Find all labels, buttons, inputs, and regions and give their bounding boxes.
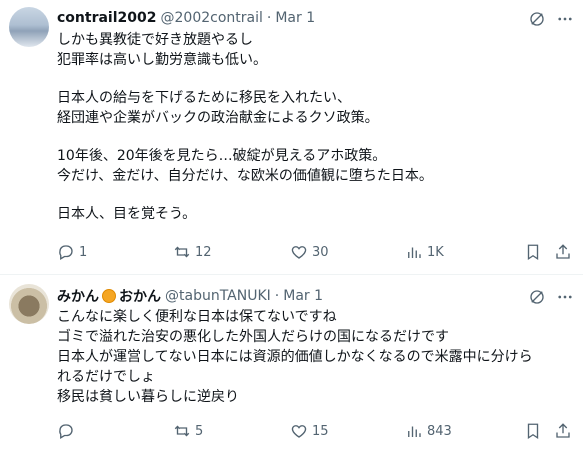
tweet[interactable]: contrail2002 @2002contrail · Mar 1 しかも異教… (0, 0, 583, 275)
avatar[interactable] (9, 7, 49, 47)
share-icon[interactable] (554, 243, 572, 261)
retweet-icon (174, 425, 190, 437)
action-bar: 5 15 843 (57, 421, 573, 441)
tweet-line: ゴミで溢れた治安の悪化した外国人だらけの国になるだけです (57, 329, 449, 345)
avatar[interactable] (9, 284, 49, 324)
handle[interactable]: @2002contrail (161, 10, 263, 26)
retweet-button[interactable]: 12 (173, 243, 212, 261)
tweet-line-gap (57, 70, 573, 88)
tweet-line: 日本人、目を覚そう。 (57, 206, 197, 222)
tweet-date[interactable]: Mar 1 (275, 10, 315, 26)
tweet-text: こんなに楽しく便利な日本は保てないですね ゴミで溢れた治安の悪化した外国人だらけ… (57, 307, 573, 407)
grok-icon[interactable] (528, 288, 546, 306)
like-icon (291, 246, 307, 259)
views-count: 1K (427, 244, 444, 260)
separator-dot: · (274, 288, 280, 304)
views-count: 843 (427, 423, 452, 439)
tweet-line: れるだけでしょ (57, 369, 155, 385)
retweet-count: 5 (195, 423, 204, 439)
tweet-line: しかも異教徒で好き放題やるし (57, 32, 253, 48)
display-name-part2[interactable]: おかん (119, 286, 161, 306)
like-button[interactable]: 15 (290, 422, 329, 440)
reply-icon (59, 424, 73, 439)
display-name-part1[interactable]: みかん (57, 286, 99, 306)
handle[interactable]: @tabunTANUKI (165, 288, 271, 304)
tweet-line: 日本人の給与を下げるために移民を入れたい、 (57, 90, 351, 106)
tweet-header: みかん おかん @tabunTANUKI · Mar 1 (57, 286, 323, 306)
tweet-line-gap (57, 186, 573, 204)
bookmark-icon[interactable] (524, 422, 542, 440)
tweet-header: contrail2002 @2002contrail · Mar 1 (57, 8, 315, 28)
like-count: 30 (312, 244, 329, 260)
tweet-line: 移民は貧しい暮らしに逆戻り (57, 389, 239, 405)
views-icon (408, 426, 421, 437)
tweet-line: 今だけ、金だけ、自分だけ、な欧米の価値観に堕ちた日本。 (57, 168, 433, 184)
like-count: 15 (312, 423, 329, 439)
tweet-line: 経団連や企業がバックの政治献金によるクソ政策。 (57, 110, 379, 126)
tweet-date[interactable]: Mar 1 (283, 288, 323, 304)
tweet-line-gap (57, 128, 573, 146)
retweet-count: 12 (195, 244, 212, 260)
tweet-line: こんなに楽しく便利な日本は保てないですね (57, 309, 337, 325)
reply-count: 1 (79, 244, 88, 260)
tweet-text: しかも異教徒で好き放題やるし 犯罪率は高いし勤労意識も低い。 日本人の給与を下げ… (57, 30, 573, 224)
views-button[interactable]: 843 (405, 422, 452, 440)
like-icon (291, 425, 307, 438)
display-name[interactable]: contrail2002 (57, 10, 157, 26)
bookmark-icon[interactable] (524, 243, 542, 261)
reply-button[interactable] (57, 422, 79, 440)
action-bar: 1 12 30 1K (57, 242, 573, 262)
like-button[interactable]: 30 (290, 243, 329, 261)
tweet[interactable]: みかん おかん @tabunTANUKI · Mar 1 こんなに楽しく便利な日… (0, 275, 583, 449)
more-icon[interactable] (556, 10, 574, 28)
views-button[interactable]: 1K (405, 243, 444, 261)
more-icon[interactable] (556, 288, 574, 306)
reply-icon (59, 245, 73, 260)
separator-dot: · (266, 10, 272, 26)
orange-emoji-icon (102, 289, 116, 303)
share-icon[interactable] (554, 422, 572, 440)
grok-icon[interactable] (528, 10, 546, 28)
reply-button[interactable]: 1 (57, 243, 87, 261)
tweet-line: 犯罪率は高いし勤労意識も低い。 (57, 52, 267, 68)
retweet-button[interactable]: 5 (173, 422, 203, 440)
retweet-icon (174, 246, 190, 258)
tweet-line: 10年後、20年後を見たら…破綻が見えるアホ政策。 (57, 148, 387, 164)
views-icon (408, 247, 421, 258)
tweet-line: 日本人が運営してない日本には資源的価値しかなくなるので米露中に分けら (57, 349, 533, 365)
